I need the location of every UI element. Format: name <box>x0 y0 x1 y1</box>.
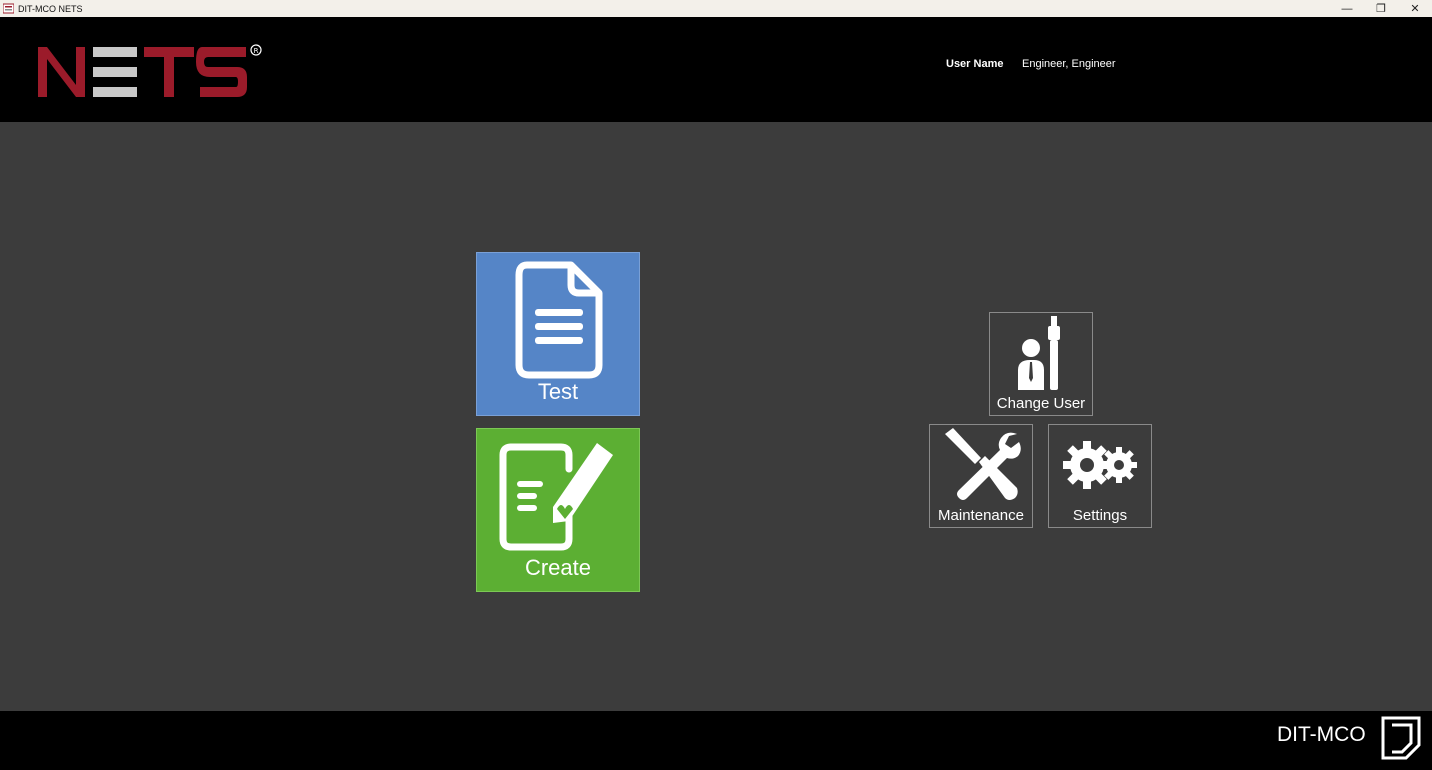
main-area: Test Create Change User Maintenance Sett… <box>0 122 1432 711</box>
settings-tile[interactable]: Settings <box>1048 424 1152 528</box>
tools-icon <box>943 428 1021 509</box>
app-footer: DIT-MCO <box>0 711 1432 770</box>
maintenance-tile-label: Maintenance <box>938 507 1024 524</box>
app-header: R User Name Engineer, Engineer <box>0 17 1432 122</box>
svg-text:R: R <box>254 47 259 55</box>
user-wrench-icon <box>1018 316 1068 395</box>
close-button[interactable]: ✕ <box>1398 0 1432 17</box>
window-title: DIT-MCO NETS <box>18 3 83 14</box>
gears-icon <box>1061 437 1141 498</box>
create-tile[interactable]: Create <box>476 428 640 592</box>
minimize-button[interactable]: — <box>1330 0 1364 17</box>
window-controls: — ❐ ✕ <box>1330 0 1432 17</box>
user-name-label: User Name <box>946 58 1004 70</box>
create-tile-label: Create <box>524 555 592 580</box>
window-titlebar: DIT-MCO NETS — ❐ ✕ <box>0 0 1432 17</box>
change-user-tile[interactable]: Change User <box>989 312 1093 416</box>
app-icon <box>3 3 14 14</box>
nets-logo: R <box>36 41 266 101</box>
restore-button[interactable]: ❐ <box>1364 0 1398 17</box>
settings-tile-label: Settings <box>1072 507 1128 524</box>
change-user-tile-label: Change User <box>996 395 1086 412</box>
dit-mco-logo-icon <box>1380 715 1422 766</box>
user-name-value: Engineer, Engineer <box>1022 58 1116 70</box>
dit-mco-brand: DIT-MCO <box>1277 723 1366 746</box>
document-icon <box>515 261 603 384</box>
edit-document-icon <box>499 439 619 556</box>
maintenance-tile[interactable]: Maintenance <box>929 424 1033 528</box>
test-tile[interactable]: Test <box>476 252 640 416</box>
